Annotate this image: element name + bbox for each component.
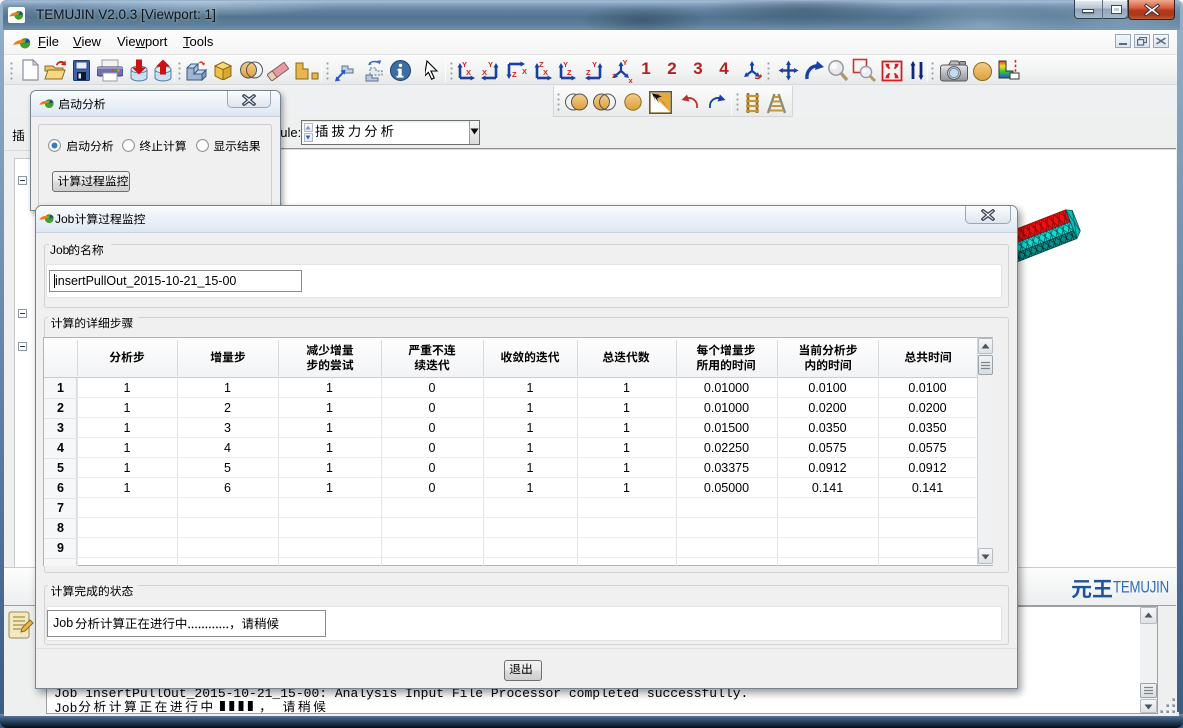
svg-text:Y: Y (623, 59, 628, 67)
svg-text:X: X (522, 67, 527, 76)
svg-text:Z: Z (512, 70, 517, 79)
svg-text:Z: Z (586, 68, 591, 77)
svg-text:X: X (482, 68, 487, 77)
svg-text:Z: Z (567, 68, 572, 77)
svg-text:Y: Y (592, 60, 597, 69)
svg-text:Y: Y (488, 60, 493, 69)
svg-text:X: X (543, 68, 548, 77)
svg-text:X: X (466, 68, 471, 77)
svg-text:z: z (612, 71, 616, 80)
svg-text:x: x (629, 76, 634, 83)
